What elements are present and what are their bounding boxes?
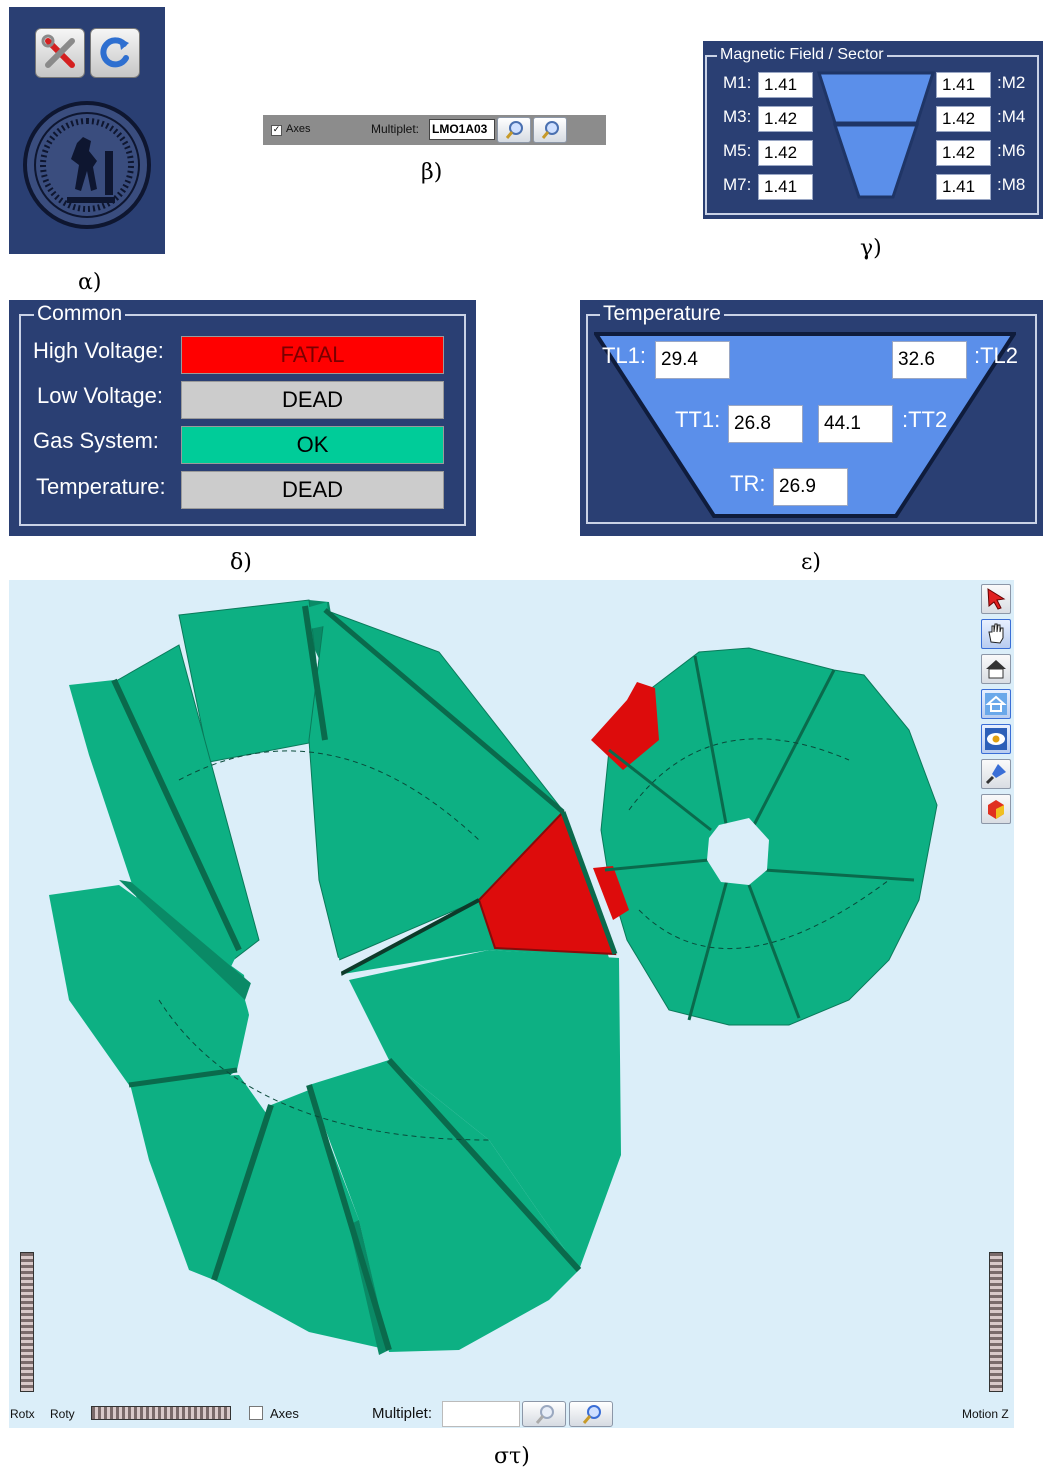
- tl1-value: 29.4: [655, 341, 730, 379]
- panel-beta: ✓ Axes Multiplet: LMO1A03: [263, 115, 606, 145]
- tt2-value: 44.1: [818, 405, 893, 443]
- zoom-in-button-3d[interactable]: [522, 1401, 566, 1427]
- roty-slider[interactable]: [91, 1406, 231, 1420]
- low-voltage-label: Low Voltage:: [37, 383, 163, 408]
- m3-label: M3:: [723, 107, 752, 126]
- zoom-out-button-3d[interactable]: [569, 1401, 613, 1427]
- panel-alpha: [9, 7, 165, 254]
- tr-label: TR:: [730, 471, 766, 496]
- select-arrow-icon: [987, 588, 1006, 610]
- multiplet-label: Multiplet:: [371, 122, 420, 136]
- axes-checkbox[interactable]: ✓: [271, 125, 282, 136]
- panel-3d-view[interactable]: Rotx Roty Axes Multiplet: Motion Z: [9, 580, 1014, 1428]
- m2-label: :M2: [997, 73, 1026, 92]
- temperature-status: DEAD: [181, 471, 444, 509]
- zoom-in-icon: [535, 1405, 554, 1424]
- tt2-label: :TT2: [902, 407, 948, 432]
- view-button[interactable]: [981, 724, 1011, 754]
- panel-gamma: Magnetic Field / Sector M1: 1.41 M3: 1.4…: [703, 41, 1043, 219]
- m8-label: :M8: [997, 175, 1026, 194]
- m4-label: :M4: [997, 107, 1026, 126]
- zoom-in-icon: [505, 121, 523, 139]
- caption-delta: δ): [230, 550, 252, 575]
- m2-value: 1.41: [936, 72, 991, 98]
- m6-label: :M6: [997, 141, 1026, 160]
- panel-delta: Common High Voltage: FATAL Low Voltage: …: [9, 300, 476, 536]
- axes-label-3d: Axes: [270, 1406, 299, 1421]
- gas-system-status: OK: [181, 426, 444, 464]
- tl2-label: :TL2: [974, 343, 1019, 368]
- tools-icon: [41, 34, 75, 68]
- small-wheel: [591, 647, 938, 1026]
- tt1-value: 26.8: [728, 405, 803, 443]
- tl1-label: TL1:: [602, 343, 647, 368]
- refresh-icon: [100, 37, 129, 68]
- roty-label: Roty: [50, 1407, 75, 1421]
- tt1-label: TT1:: [675, 407, 721, 432]
- caption-epsilon: ε): [801, 550, 821, 575]
- detector-view[interactable]: [9, 580, 1014, 1428]
- axes-label: Axes: [286, 123, 311, 135]
- rotx-slider[interactable]: [20, 1252, 34, 1392]
- m8-value: 1.41: [936, 174, 991, 200]
- pan-button[interactable]: [981, 619, 1011, 649]
- multiplet-input-3d[interactable]: [442, 1401, 520, 1427]
- set-home-icon: [985, 693, 1007, 715]
- shape-button[interactable]: [981, 794, 1011, 824]
- rotx-label: Rotx: [10, 1407, 35, 1421]
- m1-value: 1.41: [758, 72, 813, 98]
- tl2-value: 32.6: [892, 341, 967, 379]
- caption-sigma-tau: στ): [494, 1444, 530, 1469]
- m5-value: 1.42: [758, 140, 813, 166]
- high-voltage-status: FATAL: [181, 336, 444, 374]
- m6-value: 1.42: [936, 140, 991, 166]
- m7-label: M7:: [723, 175, 752, 194]
- zoom-out-icon: [541, 121, 559, 139]
- gas-system-label: Gas System:: [33, 428, 159, 453]
- m4-value: 1.42: [936, 106, 991, 132]
- low-voltage-status: DEAD: [181, 381, 444, 419]
- caption-gamma: γ): [860, 236, 882, 261]
- magnetic-field-title: Magnetic Field / Sector: [717, 46, 887, 64]
- caption-alpha: α): [78, 270, 102, 295]
- temperature-title: Temperature: [600, 302, 724, 326]
- panel-epsilon: Temperature TL1: 29.4 32.6 :TL2 TT1: 26.…: [580, 300, 1043, 536]
- light-button[interactable]: [981, 759, 1011, 789]
- set-home-button[interactable]: [981, 689, 1011, 719]
- m7-value: 1.41: [758, 174, 813, 200]
- sector-trapezoid: [817, 71, 935, 199]
- tr-value: 26.9: [773, 468, 848, 506]
- multiplet-input[interactable]: LMO1A03: [429, 119, 495, 140]
- view-eye-icon: [985, 728, 1007, 750]
- temperature-label: Temperature:: [36, 474, 166, 499]
- m1-label: M1:: [723, 73, 752, 92]
- motion-z-label: Motion Z: [962, 1407, 1009, 1421]
- high-voltage-label: High Voltage:: [33, 338, 164, 363]
- refresh-button[interactable]: [90, 28, 140, 78]
- motion-z-slider[interactable]: [989, 1252, 1003, 1392]
- home-button[interactable]: [981, 654, 1011, 684]
- flashlight-icon: [985, 764, 1006, 785]
- zoom-out-icon: [582, 1405, 601, 1424]
- m5-label: M5:: [723, 141, 752, 160]
- multiplet-label-3d: Multiplet:: [372, 1405, 433, 1422]
- large-wheel: [49, 599, 621, 1355]
- common-title: Common: [34, 302, 126, 326]
- axes-checkbox-3d[interactable]: [249, 1406, 263, 1420]
- m3-value: 1.42: [758, 106, 813, 132]
- zoom-out-button[interactable]: [533, 117, 567, 143]
- shape-icon: [988, 800, 1004, 819]
- select-button[interactable]: [981, 584, 1011, 614]
- caption-beta: β): [421, 160, 443, 185]
- pan-hand-icon: [988, 623, 1004, 644]
- tools-button[interactable]: [35, 28, 85, 78]
- home-view-icon: [986, 660, 1006, 679]
- university-seal-icon: [23, 101, 151, 229]
- zoom-in-button[interactable]: [497, 117, 531, 143]
